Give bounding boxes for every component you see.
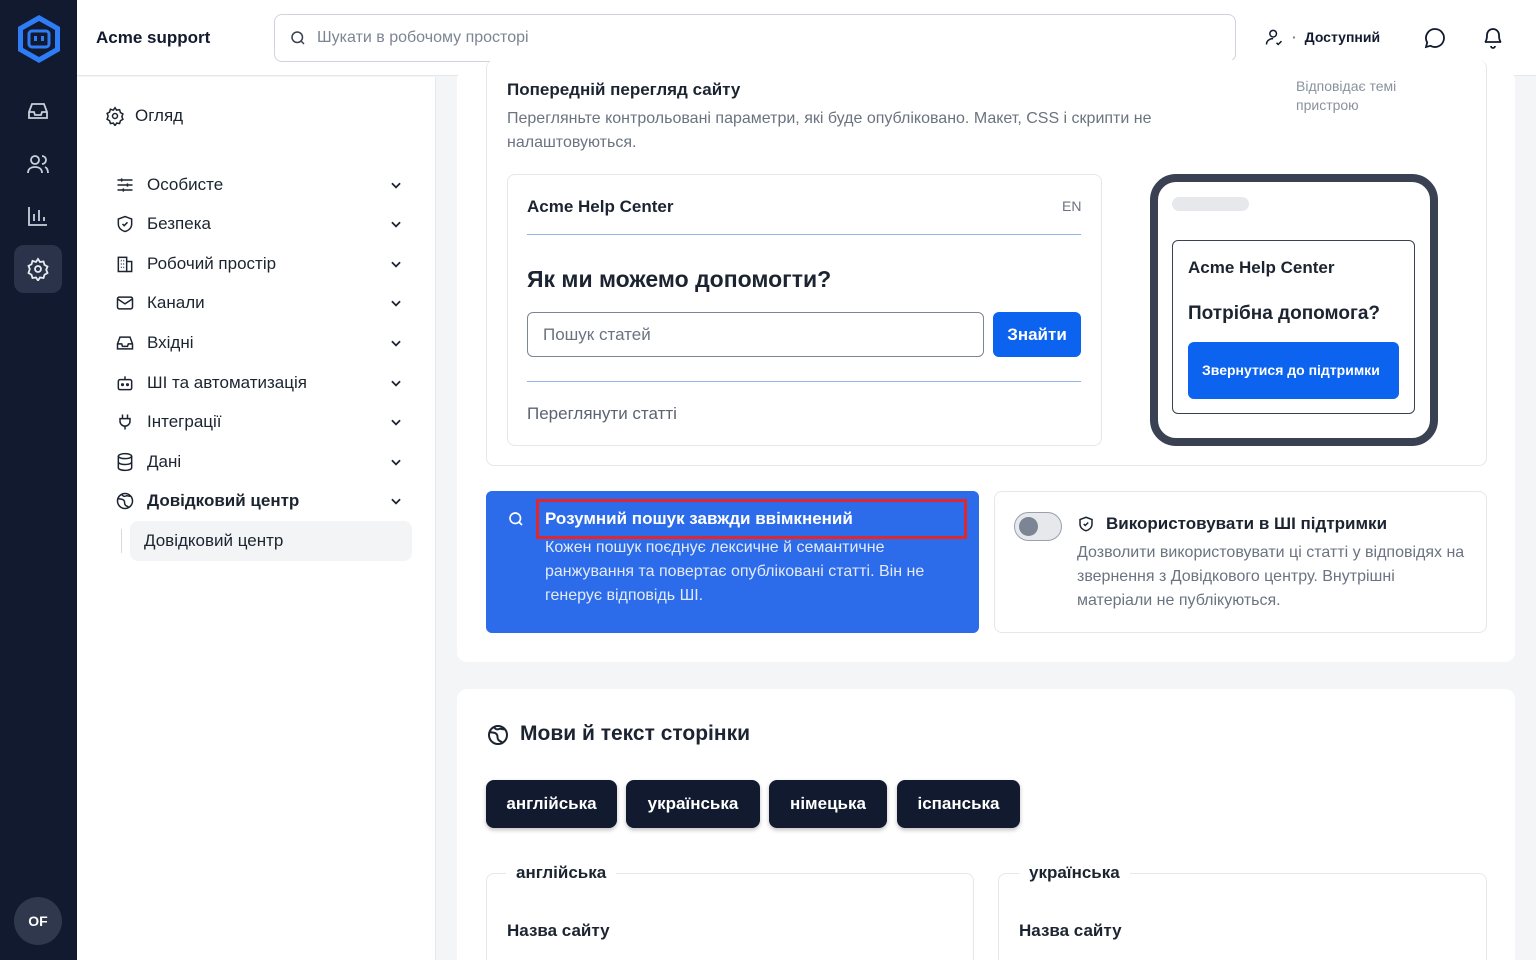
chevron-down-icon	[391, 300, 401, 307]
mobile-heading: Потрібна допомога?	[1188, 303, 1381, 324]
database-icon	[117, 452, 133, 472]
nav-overview-label: Огляд	[135, 106, 184, 125]
workspace-name: Acme support	[96, 28, 211, 47]
gear-icon	[106, 106, 124, 126]
search-input[interactable]	[317, 29, 1197, 47]
lang-chip-ukrainian[interactable]: українська	[626, 780, 760, 828]
bot-icon	[117, 376, 133, 391]
chevron-down-icon	[391, 380, 401, 387]
preview-title: Попередній перегляд сайту	[507, 80, 741, 99]
article-search-input[interactable]	[527, 312, 984, 357]
status-label: Доступний	[1304, 29, 1381, 45]
app-rail: OF	[0, 0, 77, 960]
lang-chip-english[interactable]: англійська	[486, 780, 617, 828]
user-avatar[interactable]: OF	[14, 897, 62, 945]
lang-fieldset-english	[486, 873, 974, 960]
sidebar-item-label: Дані	[147, 452, 182, 471]
ai-support-description: Дозволити використовувати ці статті у ві…	[1077, 544, 1465, 609]
users-icon	[27, 155, 49, 174]
phone-notch	[1172, 197, 1249, 211]
rail-reports-button[interactable]	[14, 192, 62, 240]
search-icon	[509, 512, 523, 526]
desktop-heading: Як ми можемо допомогти?	[527, 266, 832, 292]
sidebar-item-data[interactable]: Дані	[115, 446, 403, 478]
sidebar-item-label: Особисте	[147, 175, 224, 194]
plug-icon	[119, 414, 131, 430]
user-icon	[1265, 29, 1283, 46]
chat-icon[interactable]	[1423, 26, 1447, 50]
building-icon	[117, 256, 133, 273]
preview-description: Перегляньте контрольовані параметри, які…	[507, 110, 1152, 151]
bell-icon[interactable]	[1481, 26, 1505, 50]
divider	[527, 234, 1081, 235]
sidebar-item-security[interactable]: Безпека	[115, 208, 403, 240]
sidebar-item-workspace[interactable]: Робочий простір	[115, 248, 403, 280]
ai-support-toggle[interactable]	[1014, 512, 1062, 541]
sidebar-item-personal[interactable]: Особисте	[115, 169, 403, 201]
chevron-down-icon	[391, 340, 401, 347]
desktop-lang-switch[interactable]: EN	[1062, 198, 1081, 214]
sidebar-subitem-help-center[interactable]: Довідковий центр	[130, 521, 412, 561]
sidebar-item-inbox[interactable]: Вхідні	[115, 327, 403, 359]
divider	[527, 381, 1081, 382]
gear-icon	[27, 257, 49, 281]
chevron-down-icon	[391, 419, 401, 426]
fieldset-legend: англійська	[506, 863, 617, 883]
sidebar-item-label: Канали	[147, 293, 205, 312]
rail-contacts-button[interactable]	[14, 140, 62, 188]
sidebar-item-label: Вхідні	[147, 333, 194, 352]
globe-icon	[116, 492, 134, 510]
inbox-icon	[116, 336, 134, 350]
lang-chip-spanish[interactable]: іспанська	[897, 780, 1020, 828]
contact-support-button[interactable]: Звернутися до підтримки	[1188, 342, 1399, 399]
sidebar-item-ai-automation[interactable]: ШІ та автоматизація	[115, 367, 403, 399]
fieldset-legend: українська	[1019, 863, 1130, 883]
workspace-search[interactable]	[274, 14, 1236, 62]
inbox-icon	[28, 103, 48, 119]
sidebar-item-label: Робочий простір	[147, 254, 277, 273]
nav-overview[interactable]: Огляд	[105, 106, 183, 126]
sidebar-item-channels[interactable]: Канали	[115, 287, 403, 319]
browse-articles-link[interactable]: Переглянути статті	[527, 404, 677, 424]
sidebar-item-label: Довідковий центр	[147, 491, 300, 510]
smart-search-description: Кожен пошук поєднує лексичне й семантичн…	[545, 539, 925, 604]
availability-status[interactable]: · Доступний	[1264, 27, 1380, 47]
lang-chip-german[interactable]: німецька	[769, 780, 887, 828]
rail-inbox-button[interactable]	[14, 87, 62, 135]
sidebar-item-label: ШІ та автоматизація	[147, 373, 307, 392]
app-logo-icon[interactable]	[16, 14, 62, 64]
highlight-box	[536, 499, 967, 539]
chevron-down-icon	[391, 182, 401, 189]
sliders-icon	[117, 178, 133, 192]
find-button[interactable]: Знайти	[993, 312, 1081, 357]
site-name-label: Назва сайту	[507, 921, 610, 940]
sidebar-item-label: Інтеграції	[147, 412, 222, 431]
toggle-knob	[1019, 517, 1038, 536]
settings-sidebar: Огляд Особисте Безпека Робочий простір К…	[77, 77, 436, 960]
site-name-label: Назва сайту	[1019, 921, 1122, 940]
chevron-down-icon	[391, 498, 401, 505]
sub-nav-guide	[121, 529, 122, 553]
chevron-down-icon	[391, 221, 401, 228]
mail-icon	[116, 296, 134, 310]
sidebar-item-integrations[interactable]: Інтеграції	[115, 406, 403, 438]
rail-settings-button[interactable]	[14, 245, 62, 293]
sidebar-item-help-center[interactable]: Довідковий центр	[115, 485, 403, 517]
bar-chart-icon	[28, 207, 47, 226]
chevron-down-icon	[391, 459, 401, 466]
preview-device-note: Відповідає темі пристрою	[1296, 78, 1397, 113]
lang-fieldset-ukrainian	[998, 873, 1487, 960]
status-separator: ·	[1292, 29, 1297, 45]
sidebar-item-label: Безпека	[147, 214, 211, 233]
desktop-site-title: Acme Help Center	[527, 197, 674, 216]
shield-check-icon	[1079, 516, 1093, 532]
globe-icon	[488, 725, 508, 745]
shield-icon	[117, 215, 133, 233]
search-icon	[291, 31, 305, 45]
mobile-site-title: Acme Help Center	[1188, 258, 1335, 277]
ai-support-title: Використовувати в ШІ підтримки	[1106, 514, 1388, 533]
chevron-down-icon	[391, 261, 401, 268]
languages-title: Мови й текст сторінки	[520, 722, 750, 745]
